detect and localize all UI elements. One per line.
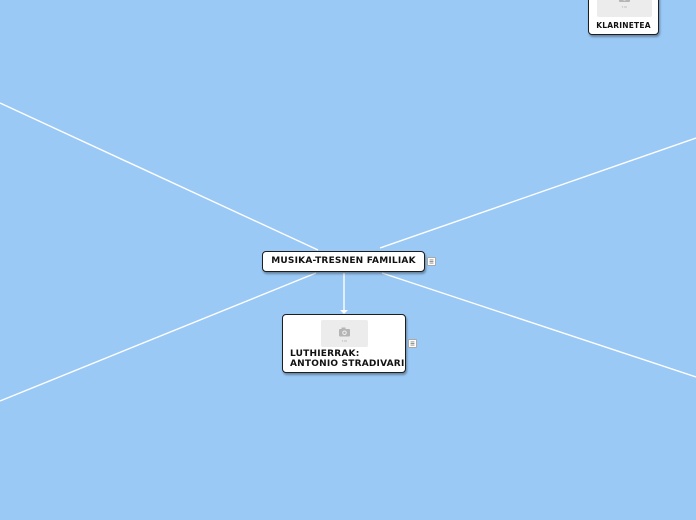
camera-icon: [339, 327, 350, 342]
central-topic-label: MUSIKA-TRESNEN FAMILIAK: [271, 255, 416, 266]
connector-lower-right: [381, 272, 696, 378]
note-icon[interactable]: [408, 339, 417, 348]
connector-lower-left: [0, 272, 317, 402]
central-topic[interactable]: MUSIKA-TRESNEN FAMILIAK: [262, 251, 425, 272]
note-icon[interactable]: [427, 257, 436, 266]
topic-luthierrak[interactable]: LUTHIERRAK: ANTONIO STRADIVARI: [282, 314, 406, 373]
camera-icon: [619, 0, 630, 8]
connector-upper-right: [379, 137, 696, 249]
topic-klarinetea[interactable]: KLARINETEA: [588, 0, 659, 35]
topic-luthierrak-label: LUTHIERRAK: ANTONIO STRADIVARI: [290, 349, 405, 369]
image-placeholder: [321, 320, 368, 347]
connector-upper-left: [0, 102, 319, 251]
image-placeholder: [597, 0, 652, 17]
topic-klarinetea-label: KLARINETEA: [596, 21, 651, 30]
